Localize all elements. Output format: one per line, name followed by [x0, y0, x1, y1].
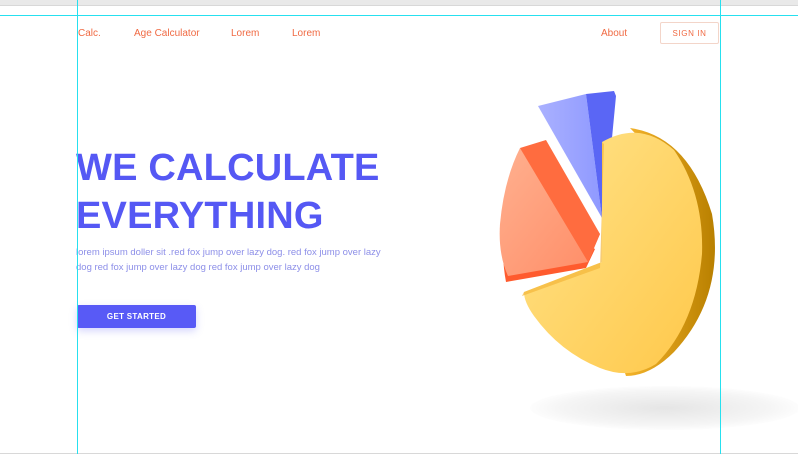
guide-line-right	[720, 0, 721, 454]
hero-title-line-2: EVERYTHING	[76, 195, 324, 237]
sign-in-button[interactable]: SIGN IN	[660, 22, 719, 44]
pie-chart-illustration-icon	[499, 91, 715, 376]
pie-shadow	[530, 386, 798, 430]
hero-title: WE CALCULATE EVERYTHING	[76, 144, 380, 240]
guide-line-left	[77, 0, 78, 454]
nav-link-age-calculator[interactable]: Age Calculator	[134, 28, 200, 39]
nav-link-about[interactable]: About	[601, 28, 627, 39]
guide-line-top	[0, 15, 798, 16]
hero-description: lorem ipsum doller sit .red fox jump ove…	[76, 247, 381, 273]
hero-title-line-1: WE CALCULATE	[76, 147, 380, 189]
nav-link-lorem-2[interactable]: Lorem	[292, 28, 320, 39]
nav-link-lorem-1[interactable]: Lorem	[231, 28, 259, 39]
get-started-button[interactable]: GET STARTED	[77, 305, 196, 328]
logo[interactable]: Calc.	[78, 28, 101, 39]
artboard: Calc. Age Calculator Lorem Lorem About S…	[0, 5, 798, 454]
